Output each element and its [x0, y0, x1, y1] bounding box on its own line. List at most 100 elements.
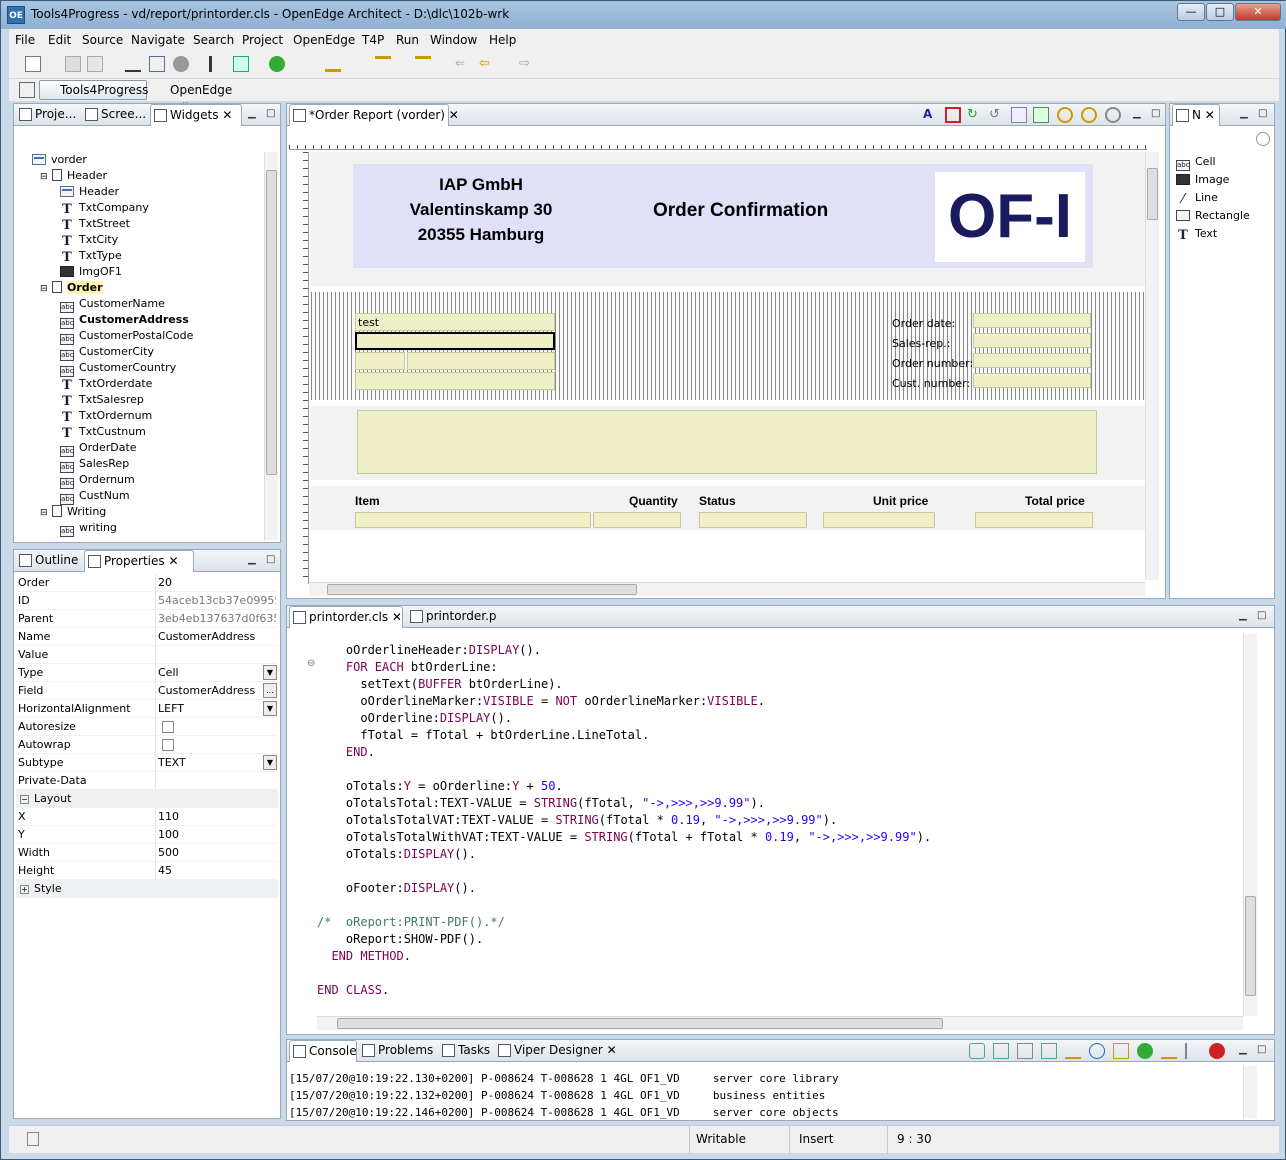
cell-customer-city[interactable]	[407, 352, 555, 370]
stop-icon[interactable]	[1209, 1043, 1225, 1059]
menu-t4p[interactable]: T4P	[362, 33, 384, 47]
tab-viper-designer[interactable]: Viper Designer ✕	[495, 1040, 619, 1062]
grid-icon[interactable]	[945, 107, 961, 123]
forward-icon[interactable]: ⇨	[519, 56, 535, 72]
back-icon[interactable]: ⇦	[479, 56, 495, 72]
column-quantity[interactable]: Quantity	[629, 494, 678, 508]
menu-openedge[interactable]: OpenEdge	[293, 33, 355, 47]
tab-projects[interactable]: Proje...	[16, 104, 80, 126]
cell-line-quantity[interactable]	[593, 512, 681, 528]
tab-tasks[interactable]: Tasks	[439, 1040, 493, 1062]
tab-console[interactable]: Console	[289, 1040, 357, 1062]
console-vscroll[interactable]	[1243, 1066, 1257, 1118]
dropdown-icon[interactable]: ▼	[263, 701, 277, 716]
document-title[interactable]: Order Confirmation	[653, 200, 828, 222]
column-status[interactable]: Status	[699, 494, 736, 508]
cell-customer-postalcode[interactable]	[355, 352, 405, 370]
property-row[interactable]: Private-Data	[16, 772, 278, 790]
property-row[interactable]: Parent 3eb4eb137637d0f635c5	[16, 610, 278, 628]
palette-rectangle[interactable]: Rectangle	[1176, 208, 1250, 224]
property-row[interactable]: HorizontalAlignment LEFT ▼	[16, 700, 278, 718]
compile-icon[interactable]	[233, 56, 249, 72]
save-icon[interactable]	[65, 56, 81, 72]
console-tool-icon[interactable]	[969, 1043, 985, 1059]
browse-button[interactable]: ...	[263, 683, 277, 698]
property-row[interactable]: Order 20	[16, 574, 278, 592]
debug-icon[interactable]	[269, 56, 285, 72]
zoom-out-icon[interactable]	[1081, 107, 1097, 123]
tree-node[interactable]: ⊟ Order	[40, 280, 103, 296]
designer-hscroll[interactable]	[309, 582, 1145, 596]
tree-node[interactable]: abc SalesRep	[60, 456, 129, 473]
property-value[interactable]: 110	[158, 808, 276, 825]
editor-hscroll[interactable]	[317, 1016, 1243, 1030]
palette-image[interactable]: Image	[1176, 172, 1229, 188]
property-row[interactable]: Subtype TEXT ▼	[16, 754, 278, 772]
next-annotation-icon[interactable]	[375, 56, 391, 72]
print-icon[interactable]	[87, 56, 103, 72]
label-order-date[interactable]: Order date:	[892, 317, 955, 330]
fast-view-icon[interactable]	[27, 1132, 39, 1146]
tree-node[interactable]: T TxtSalesrep	[60, 392, 144, 408]
menu-source[interactable]: Source	[82, 33, 123, 47]
copy-icon[interactable]	[1011, 107, 1027, 123]
label-sales-rep[interactable]: Sales-rep.:	[892, 337, 950, 350]
group-toggle-icon[interactable]: +	[20, 885, 29, 894]
property-grid[interactable]: Order 20 ID 54aceb13cb37e0995552 Parent 3eb4e…	[16, 574, 280, 904]
menu-window[interactable]: Window	[430, 33, 477, 47]
menu-search[interactable]: Search	[193, 33, 234, 47]
info-icon[interactable]	[1089, 1043, 1105, 1059]
minimize-icon[interactable]: ▁	[1133, 108, 1141, 119]
console-tool-icon[interactable]	[1017, 1043, 1033, 1059]
designer-vscroll[interactable]	[1145, 152, 1159, 580]
run-icon[interactable]	[209, 56, 225, 72]
tree-node[interactable]: T TxtType	[60, 248, 122, 264]
tree-node[interactable]: ImgOF1	[60, 264, 122, 280]
group-toggle-icon[interactable]: −	[20, 795, 29, 804]
tree-node[interactable]: vorder	[20, 152, 87, 168]
palette-text[interactable]: T Text	[1176, 226, 1217, 242]
close-button[interactable]: ✕	[1235, 3, 1281, 21]
property-value[interactable]: 54aceb13cb37e0995552	[158, 592, 276, 609]
tree-node[interactable]: T TxtOrdernum	[60, 408, 152, 424]
property-row[interactable]: Field CustomerAddress...	[16, 682, 278, 700]
tree-node[interactable]: abc CustomerPostalCode	[60, 328, 193, 345]
zoom-fit-icon[interactable]	[1105, 107, 1121, 123]
tree-node[interactable]: ⊟ Header	[40, 168, 107, 184]
property-value[interactable]: TEXT	[158, 754, 276, 771]
minimize-icon[interactable]: ▁	[248, 554, 256, 565]
menu-edit[interactable]: Edit	[48, 33, 71, 47]
tree-node[interactable]: abc writing	[60, 520, 117, 537]
settings-icon[interactable]	[1256, 132, 1270, 146]
property-value[interactable]: CustomerAddress	[158, 628, 276, 645]
code-area[interactable]: oOrderlineHeader:DISPLAY(). FOR EACH btO…	[317, 642, 1237, 1014]
minimize-icon[interactable]: ▁	[1239, 1044, 1247, 1055]
last-edit-icon[interactable]: ⇐	[455, 56, 471, 72]
pencil-icon[interactable]	[125, 56, 141, 72]
collapse-icon[interactable]: ⊖	[307, 658, 315, 669]
menu-project[interactable]: Project	[242, 33, 283, 47]
minimize-button[interactable]: —	[1177, 3, 1205, 21]
new-icon[interactable]	[25, 56, 41, 72]
console-tool-icon[interactable]	[1041, 1043, 1057, 1059]
palette-cell[interactable]: abc Cell	[1176, 154, 1216, 171]
zoom-in-icon[interactable]	[1057, 107, 1073, 123]
ofi-logo[interactable]: OF-I	[935, 172, 1085, 262]
cell-line-unit-price[interactable]	[823, 512, 935, 528]
redo-icon[interactable]: ↻	[967, 107, 983, 123]
console-tool-icon[interactable]	[993, 1043, 1009, 1059]
perspective-tools4progress[interactable]: Tools4Progress	[39, 80, 148, 100]
tree-node[interactable]: abc CustNum	[60, 488, 130, 505]
tree-node[interactable]: T TxtOrderdate	[60, 376, 152, 392]
console-output[interactable]: [15/07/20@10:19:22.130+0200] P-008624 T-…	[289, 1070, 1241, 1120]
dropdown-icon[interactable]: ▼	[263, 665, 277, 680]
menu-run[interactable]: Run	[396, 33, 419, 47]
tree-node[interactable]: abc CustomerCountry	[60, 360, 176, 377]
cell-writing[interactable]	[357, 410, 1097, 474]
tree-node[interactable]: abc CustomerName	[60, 296, 165, 313]
expand-toggle-icon[interactable]: ⊟	[40, 169, 50, 185]
wrench-icon[interactable]	[1185, 1043, 1201, 1059]
column-total-price[interactable]: Total price	[1025, 494, 1085, 508]
gear-icon[interactable]	[173, 56, 189, 72]
tree-node[interactable]: Header	[60, 184, 119, 200]
